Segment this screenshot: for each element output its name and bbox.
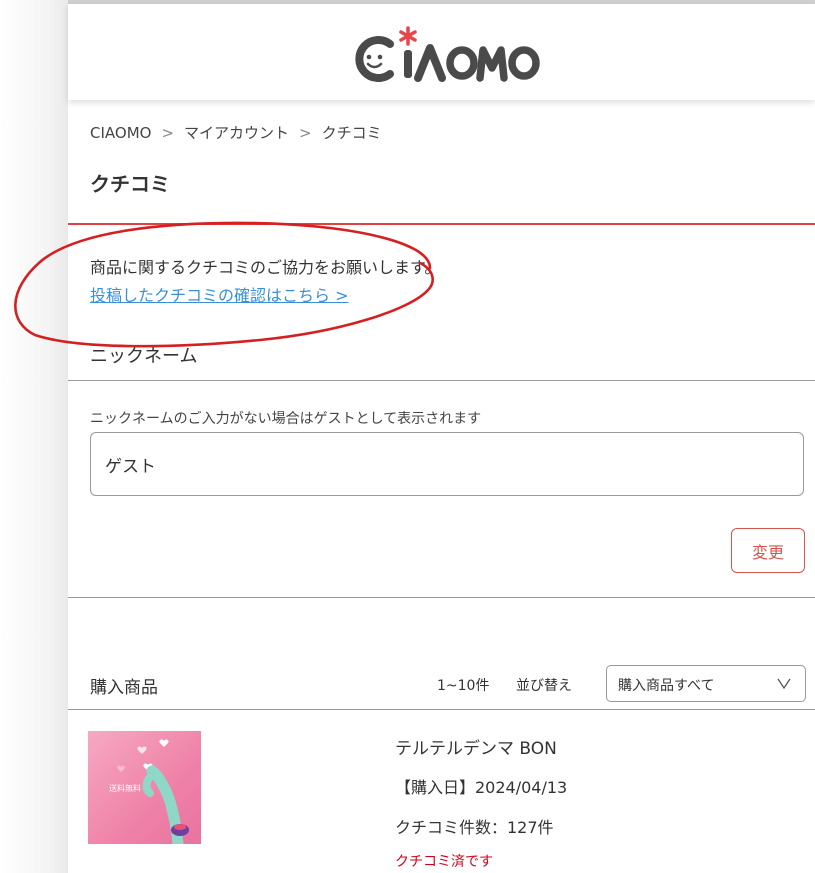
purchase-date: 【購入日】2024/04/13 bbox=[395, 778, 568, 797]
view-posted-reviews-link[interactable]: 投稿したクチコミの確認はこちら > bbox=[90, 282, 349, 306]
breadcrumb-separator: > bbox=[299, 123, 312, 142]
left-page-margin bbox=[0, 0, 68, 873]
free-shipping-label: 送料無料 bbox=[109, 784, 141, 793]
purchased-products-title: 購入商品 bbox=[90, 678, 158, 698]
ciaomo-logo[interactable] bbox=[352, 24, 542, 86]
breadcrumb-home[interactable]: CIAOMO bbox=[90, 124, 151, 142]
sort-selected-value: 購入商品すべて bbox=[618, 678, 715, 694]
nickname-input[interactable] bbox=[90, 432, 804, 496]
chevron-down-icon bbox=[777, 678, 791, 690]
nickname-section-title: ニックネーム bbox=[90, 346, 198, 367]
breadcrumb-separator: > bbox=[161, 123, 175, 142]
page-title: クチコミ bbox=[90, 172, 170, 196]
result-count: 1~10件 bbox=[437, 678, 490, 694]
logo-graphic bbox=[355, 26, 540, 82]
title-divider bbox=[68, 223, 815, 225]
product-image[interactable]: 送料無料 bbox=[88, 731, 201, 844]
main-content: CIAOMO > マイアカウント > クチコミ クチコミ 商品に関するクチコミの… bbox=[68, 0, 815, 873]
breadcrumb: CIAOMO > マイアカウント > クチコミ bbox=[90, 122, 382, 143]
nickname-help-text: ニックネームのご入力がない場合はゲストとして表示されます bbox=[90, 411, 482, 427]
section-divider bbox=[68, 597, 815, 598]
breadcrumb-current: クチコミ bbox=[321, 124, 382, 142]
site-header bbox=[68, 4, 815, 100]
nickname-divider bbox=[68, 380, 815, 381]
review-count: クチコミ件数：127件 bbox=[395, 818, 554, 837]
list-divider bbox=[68, 709, 815, 710]
sort-dropdown[interactable]: 購入商品すべて bbox=[606, 665, 806, 702]
intro-message: 商品に関するクチコミのご協力をお願いします。 bbox=[90, 258, 441, 277]
product-illustration bbox=[117, 739, 189, 844]
sort-label: 並び替え bbox=[516, 678, 572, 694]
product-name[interactable]: テルテルデンマ BON bbox=[395, 734, 557, 759]
change-nickname-button[interactable]: 変更 bbox=[731, 528, 805, 573]
breadcrumb-my-account[interactable]: マイアカウント bbox=[184, 122, 289, 143]
review-status: クチコミ済です bbox=[395, 854, 493, 870]
